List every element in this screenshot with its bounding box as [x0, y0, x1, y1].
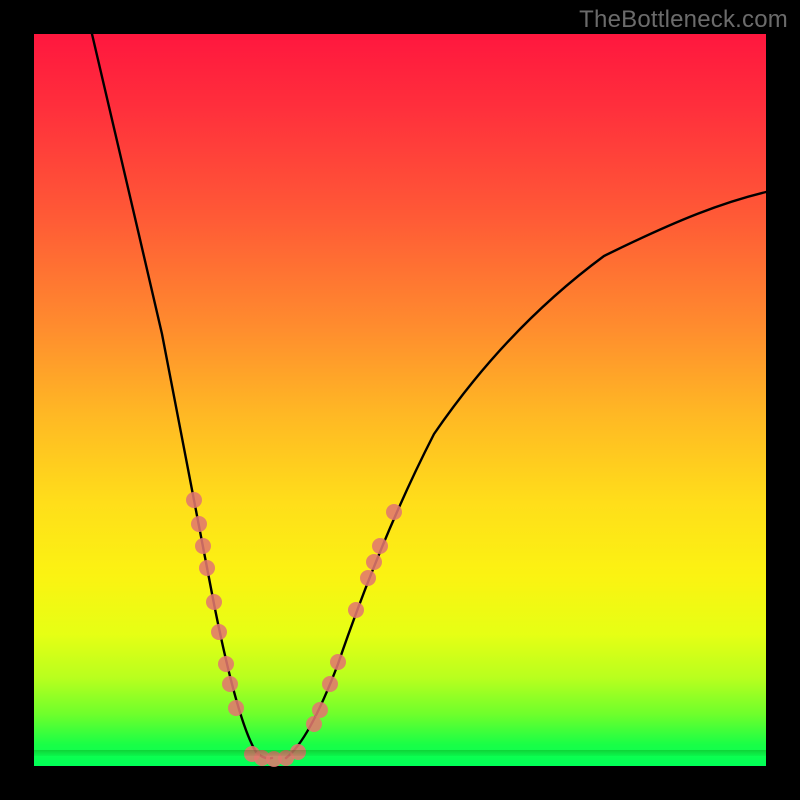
marker-dot	[195, 538, 211, 554]
plot-area	[34, 34, 766, 766]
marker-dot	[228, 700, 244, 716]
marker-dot	[218, 656, 234, 672]
chart-svg	[34, 34, 766, 766]
marker-dot	[211, 624, 227, 640]
marker-dot	[290, 744, 306, 760]
marker-dot	[366, 554, 382, 570]
marker-dot	[191, 516, 207, 532]
marker-dot	[372, 538, 388, 554]
marker-dot	[348, 602, 364, 618]
marker-dot	[306, 716, 322, 732]
watermark-text: TheBottleneck.com	[579, 6, 788, 34]
outer-frame: TheBottleneck.com	[0, 0, 800, 800]
marker-group	[186, 492, 402, 767]
marker-dot	[322, 676, 338, 692]
marker-dot	[330, 654, 346, 670]
marker-dot	[386, 504, 402, 520]
marker-dot	[186, 492, 202, 508]
marker-dot	[199, 560, 215, 576]
marker-dot	[312, 702, 328, 718]
left-curve	[92, 34, 272, 758]
right-curve	[286, 192, 766, 758]
marker-dot	[360, 570, 376, 586]
marker-dot	[222, 676, 238, 692]
marker-dot	[206, 594, 222, 610]
